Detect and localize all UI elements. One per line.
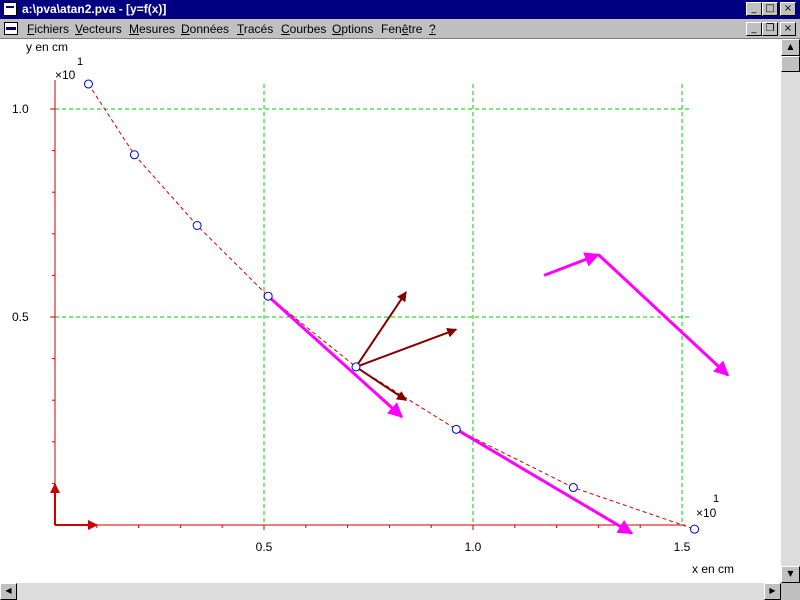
- y-axis-label: y en cm: [26, 40, 68, 54]
- menu-help[interactable]: ?: [429, 22, 436, 36]
- doc-close-button[interactable]: ×: [780, 22, 796, 36]
- scroll-down-button[interactable]: ▼: [781, 566, 800, 583]
- x-multiplier-exponent: 1: [713, 493, 719, 505]
- plot-area[interactable]: 0.5 1.0 1.5 1.0 0.5 y en cm 1 ×10 x en cm 1 ×10: [0, 39, 781, 583]
- menu-options[interactable]: Options: [332, 22, 373, 36]
- acceleration-vector: [355, 291, 407, 368]
- data-point: [690, 524, 700, 534]
- menu-vecteurs[interactable]: Vecteurs: [75, 22, 122, 36]
- horizontal-scrollbar[interactable]: ◀ ▶: [0, 583, 781, 600]
- y-multiplier-exponent: 1: [77, 56, 83, 68]
- y-tick-label: 1.0: [12, 102, 29, 116]
- document-menu-icon[interactable]: [4, 22, 18, 35]
- doc-minimize-button[interactable]: _: [746, 22, 762, 36]
- menu-fenetre[interactable]: Fenêtre: [381, 22, 422, 36]
- data-point: [192, 220, 202, 230]
- menu-courbes[interactable]: Courbes: [281, 22, 326, 36]
- scrollbar-corner: [781, 583, 800, 600]
- scroll-left-button[interactable]: ◀: [0, 583, 17, 600]
- app-icon[interactable]: [3, 2, 17, 16]
- vertical-scroll-thumb[interactable]: [781, 56, 800, 72]
- data-point: [129, 150, 139, 160]
- data-point: [451, 424, 461, 434]
- x-multiplier: ×10: [696, 506, 717, 520]
- scroll-right-button[interactable]: ▶: [764, 583, 781, 600]
- title-bar[interactable]: a:\pva\atan2.pva - [y=f(x)] _ □ ×: [0, 0, 800, 19]
- data-point: [351, 362, 361, 372]
- doc-restore-button[interactable]: ❐: [762, 22, 778, 36]
- velocity-vector: [543, 252, 600, 277]
- x-tick-label: 0.5: [256, 540, 273, 554]
- trajectory-curve: [88, 83, 695, 530]
- menu-fichiers[interactable]: Fichiers: [27, 22, 69, 36]
- menu-donnees[interactable]: Données: [181, 22, 229, 36]
- data-point: [263, 291, 273, 301]
- menu-traces[interactable]: Tracés: [237, 22, 273, 36]
- y-tick-label: 0.5: [12, 310, 29, 324]
- menu-bar: Fichiers Vecteurs Mesures Données Tracés Cour…: [0, 19, 800, 39]
- data-point: [568, 483, 578, 493]
- scroll-up-button[interactable]: ▲: [781, 39, 800, 56]
- y-multiplier: ×10: [55, 68, 76, 82]
- close-button[interactable]: ×: [780, 2, 796, 16]
- window-title: a:\pva\atan2.pva - [y=f(x)]: [22, 2, 167, 16]
- data-point: [83, 79, 93, 89]
- x-axis-label: x en cm: [692, 562, 734, 576]
- maximize-button[interactable]: □: [762, 2, 778, 16]
- vertical-scrollbar[interactable]: ▲ ▼: [781, 39, 800, 583]
- velocity-vector: [597, 253, 730, 377]
- minimize-button[interactable]: _: [746, 2, 762, 16]
- acceleration-vector: [355, 327, 458, 368]
- x-tick-label: 1.0: [465, 540, 482, 554]
- menu-mesures[interactable]: Mesures: [129, 22, 175, 36]
- x-tick-label: 1.5: [674, 540, 691, 554]
- chart-svg: 0.5 1.0 1.51.00.5y en cm1×10x en cm1×10: [12, 40, 734, 576]
- velocity-vector: [455, 428, 634, 535]
